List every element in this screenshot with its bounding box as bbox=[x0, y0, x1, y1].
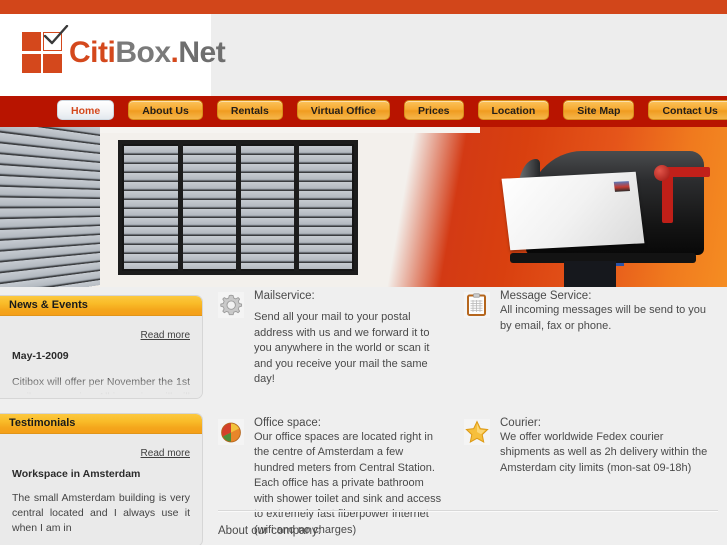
testimonial-text: The small Amsterdam building is very cen… bbox=[12, 492, 190, 534]
nav-item-site-map[interactable]: Site Map bbox=[563, 100, 635, 120]
service-mailservice-text: Mailservice: Send all your mail to your … bbox=[254, 290, 446, 388]
news-panel: News & Events Read more May-1-2009 Citib… bbox=[0, 295, 203, 399]
logo-plate: CitiBox.Net bbox=[0, 14, 226, 96]
envelope-image bbox=[501, 171, 645, 251]
service-message-service-text: Message Service: All incoming messages w… bbox=[500, 290, 712, 334]
testimonial-title: Workspace in Amsterdam bbox=[12, 468, 141, 480]
nav-items: Home About Us Rentals Virtual Office Pri… bbox=[57, 100, 727, 120]
service-mailservice: Mailservice: Send all your mail to your … bbox=[218, 290, 464, 388]
news-read-more-link[interactable]: Read more bbox=[12, 330, 190, 341]
service-office-space-title: Office space: bbox=[254, 416, 321, 429]
service-courier-body: We offer worldwide Fedex courier shipmen… bbox=[500, 430, 708, 474]
nav-item-virtual-office[interactable]: Virtual Office bbox=[296, 100, 390, 120]
service-message-service-title: Message Service: bbox=[500, 290, 592, 302]
citibox-squares-icon bbox=[22, 25, 69, 75]
checkmark-icon bbox=[43, 25, 69, 45]
hero-banner bbox=[0, 127, 727, 287]
testimonials-panel: Testimonials Read more Workspace in Amst… bbox=[0, 413, 203, 545]
top-accent-bar bbox=[0, 0, 727, 14]
service-message-service: Message Service: All incoming messages w… bbox=[464, 290, 712, 388]
pie-chart-icon bbox=[218, 418, 244, 445]
main-content: News & Events Read more May-1-2009 Citib… bbox=[0, 287, 727, 545]
testimonials-panel-heading: Testimonials bbox=[0, 414, 202, 434]
sidebar: News & Events Read more May-1-2009 Citib… bbox=[0, 295, 203, 545]
mailbox-mount-lower bbox=[564, 261, 616, 287]
logo-net: Net bbox=[178, 35, 226, 69]
logo-citi: Citi bbox=[69, 35, 116, 69]
about-title: About our company: bbox=[218, 525, 321, 537]
nav-item-location[interactable]: Location bbox=[477, 100, 550, 120]
clipboard-icon bbox=[464, 292, 490, 318]
mailbox-flag-knob bbox=[654, 165, 670, 181]
service-mailservice-body: Send all your mail to your postal addres… bbox=[254, 311, 430, 385]
service-courier-text: Courier: We offer worldwide Fedex courie… bbox=[500, 417, 712, 477]
po-box-wall-center-image bbox=[118, 140, 358, 275]
news-panel-heading: News & Events bbox=[0, 296, 202, 316]
site-logo[interactable]: CitiBox.Net bbox=[22, 25, 226, 75]
nav-item-about-us[interactable]: About Us bbox=[128, 100, 203, 120]
logo-wordmark: CitiBox.Net bbox=[69, 35, 226, 69]
about-divider bbox=[218, 510, 718, 512]
nav-item-rentals[interactable]: Rentals bbox=[216, 100, 283, 120]
po-box-wall-left-image bbox=[0, 127, 100, 287]
gear-icon bbox=[218, 292, 244, 318]
nav-item-prices[interactable]: Prices bbox=[403, 100, 464, 120]
nav-item-home[interactable]: Home bbox=[57, 100, 115, 120]
site-header: CitiBox.Net bbox=[0, 14, 727, 96]
about-section: About our company: bbox=[218, 510, 718, 537]
services-row-1: Mailservice: Send all your mail to your … bbox=[218, 290, 718, 388]
services-grid: Mailservice: Send all your mail to your … bbox=[218, 290, 718, 538]
news-text: Citibox will offer per November the 1st … bbox=[12, 376, 190, 399]
testimonials-panel-body: Read more Workspace in Amsterdam The sma… bbox=[0, 434, 202, 545]
logo-box: Box bbox=[115, 35, 171, 69]
service-mailservice-title: Mailservice: bbox=[254, 290, 315, 302]
testimonials-read-more-link[interactable]: Read more bbox=[12, 448, 190, 459]
star-icon bbox=[464, 418, 490, 445]
page-root: CitiBox.Net Home About Us Rentals Virtua… bbox=[0, 0, 727, 545]
stamp-icon bbox=[613, 181, 630, 192]
nav-item-contact-us[interactable]: Contact Us bbox=[648, 100, 727, 120]
news-date: May-1-2009 bbox=[12, 350, 69, 362]
news-panel-body: Read more May-1-2009 Citibox will offer … bbox=[0, 316, 202, 398]
service-courier-title: Courier: bbox=[500, 416, 541, 429]
mailbox-image bbox=[486, 141, 724, 287]
main-navigation: Home About Us Rentals Virtual Office Pri… bbox=[0, 96, 727, 127]
service-message-service-body: All incoming messages will be send to yo… bbox=[500, 304, 707, 332]
